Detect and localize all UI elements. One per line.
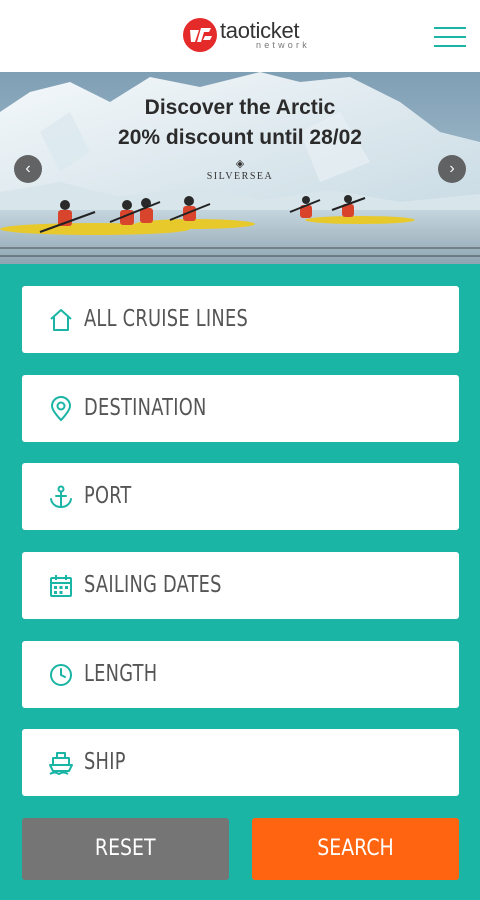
chevron-right-icon[interactable]: › [438,155,466,183]
silversea-logo-icon: ◈ [235,158,245,170]
port-label: PORT [84,483,132,509]
search-button-label: SEARCH [317,836,394,861]
banner-brand: SILVERSEA [206,171,274,182]
banner-subheadline: 20% discount until 28/02 [118,126,362,149]
ship-icon [49,752,73,775]
sailing-dates-label: SAILING DATES [84,572,222,598]
anchor-icon [50,485,72,509]
destination-select[interactable]: DESTINATION [22,375,459,442]
taoticket-logo[interactable]: taoticket network [183,18,310,52]
destination-label: DESTINATION [84,395,207,421]
sailing-dates-select[interactable]: SAILING DATES [22,552,459,619]
map-pin-icon [50,396,72,422]
ship-label: SHIP [84,749,126,775]
hamburger-menu-icon[interactable] [434,25,466,49]
length-select[interactable]: LENGTH [22,641,459,708]
reset-button-label: RESET [95,836,156,861]
logo-main-text: taoticket [220,18,300,43]
clock-icon [50,664,72,686]
reset-button[interactable]: RESET [22,818,229,880]
port-select[interactable]: PORT [22,463,459,530]
home-icon [50,309,72,331]
cruise-line-label: ALL CRUISE LINES [84,306,249,332]
ship-select[interactable]: SHIP [22,729,459,796]
promo-banner[interactable]: Discover the Arctic 20% discount until 2… [0,72,480,264]
cruise-line-select[interactable]: ALL CRUISE LINES [22,286,459,353]
app-header: taoticket network [0,0,480,72]
search-button[interactable]: SEARCH [252,818,459,880]
calendar-icon [50,575,72,597]
length-label: LENGTH [84,661,158,687]
logo-text: taoticket network [220,20,310,50]
banner-headline: Discover the Arctic [144,96,336,119]
logo-mark-icon [183,18,217,52]
chevron-left-icon[interactable]: ‹ [14,155,42,183]
